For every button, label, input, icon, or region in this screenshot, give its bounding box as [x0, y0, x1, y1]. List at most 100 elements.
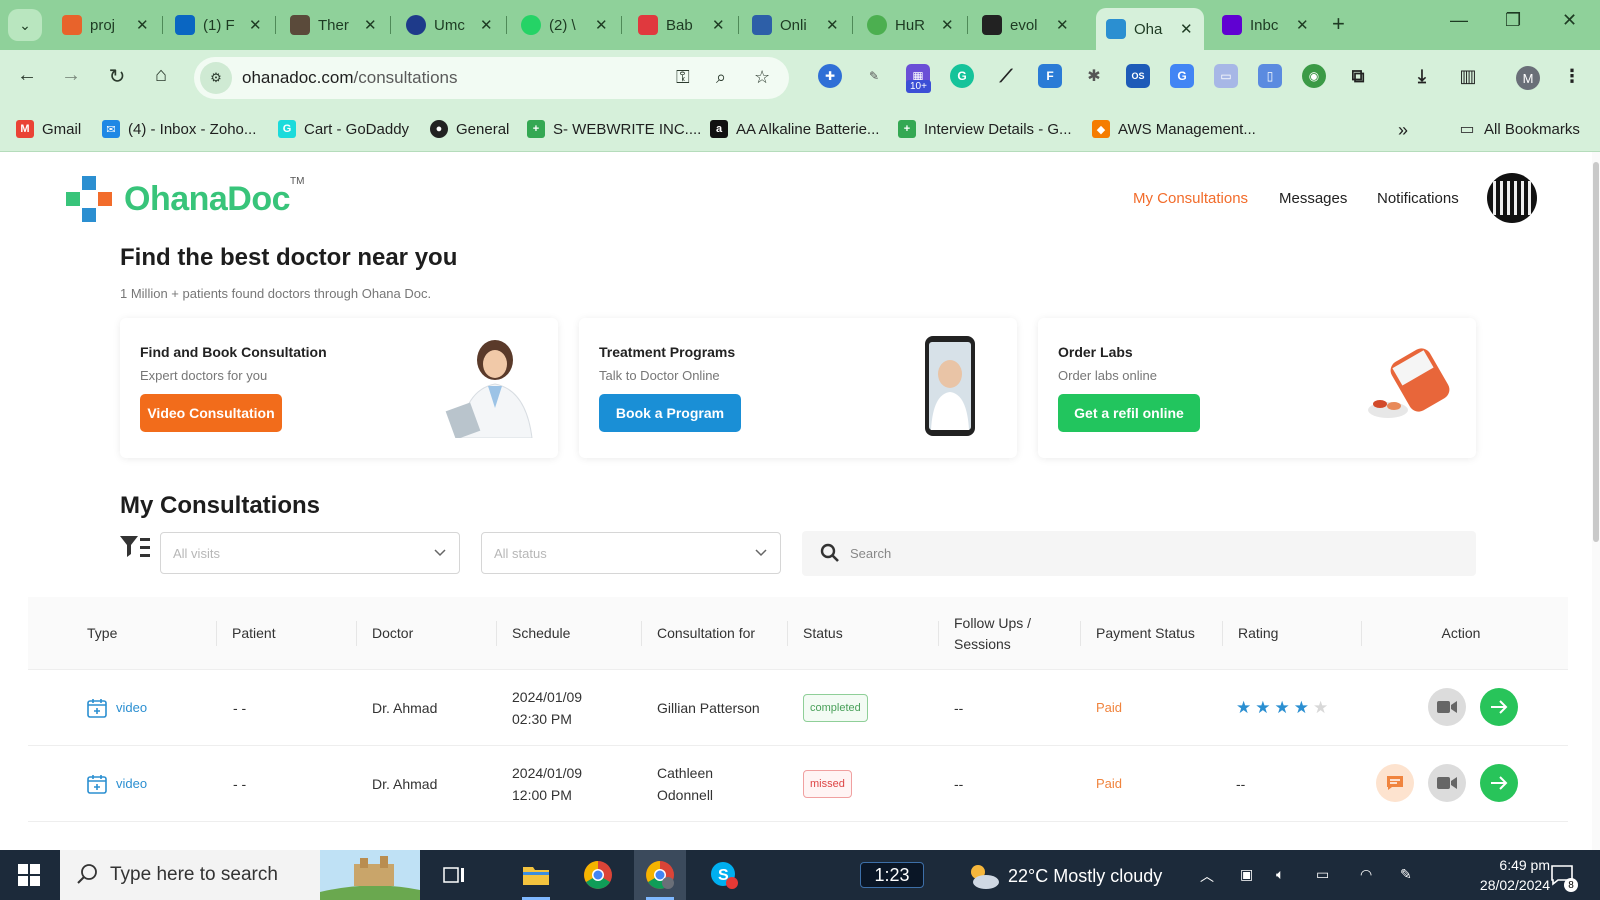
nav-messages[interactable]: Messages	[1279, 190, 1347, 207]
task-view-icon[interactable]	[428, 850, 480, 900]
nav-my-consultations[interactable]: My Consultations	[1133, 190, 1248, 207]
nav-notifications[interactable]: Notifications	[1377, 190, 1459, 207]
file-explorer-icon[interactable]	[510, 850, 562, 900]
bookmark-item[interactable]: M Gmail	[16, 120, 81, 138]
skype-icon[interactable]: S	[698, 850, 750, 900]
font-identifier-icon[interactable]: F	[1038, 64, 1062, 88]
bookmark-item[interactable]: G Cart - GoDaddy	[278, 120, 409, 138]
timer-widget[interactable]: 1:23	[860, 862, 924, 888]
all-bookmarks[interactable]: ▭ All Bookmarks	[1458, 120, 1579, 139]
restore-icon[interactable]: ❐	[1505, 10, 1521, 31]
browser-tab[interactable]: Ther ✕	[280, 8, 391, 42]
close-tab-icon[interactable]: ✕	[941, 16, 954, 34]
chat-button[interactable]	[1376, 764, 1414, 802]
ohanadoc-logo[interactable]: OhanaDoc TM	[62, 172, 305, 226]
system-clock[interactable]: 6:49 pm 28/02/2024	[1430, 855, 1550, 895]
volume-icon[interactable]: 🔈︎	[1276, 866, 1284, 883]
bookmark-item[interactable]: ✉ (4) - Inbox - Zoho...	[102, 120, 256, 138]
browser-tab[interactable]: Umc ✕	[396, 8, 507, 42]
clipboard-icon[interactable]: ▯	[1258, 64, 1282, 88]
close-tab-icon[interactable]: ✕	[249, 16, 262, 34]
close-window-icon[interactable]: ✕	[1562, 10, 1577, 31]
browser-tab[interactable]: Onli ✕	[742, 8, 853, 42]
color-picker-icon[interactable]: ⟋	[994, 64, 1018, 88]
new-tab-icon[interactable]: +	[1332, 11, 1345, 37]
pen-icon[interactable]: ✎	[1400, 866, 1412, 883]
globe-icon[interactable]: ◉	[1302, 64, 1326, 88]
browser-tab[interactable]: (2) \ ✕	[511, 8, 622, 42]
address-bar[interactable]: ⚙ ohanadoc.com/consultations ⚿ ⌕ ☆	[194, 57, 789, 99]
minimize-icon[interactable]: —	[1450, 10, 1468, 31]
site-info-icon[interactable]: ⚙	[200, 62, 232, 94]
battery-icon[interactable]: ▭	[1316, 866, 1329, 883]
weather-widget[interactable]: 22°C Mostly cloudy	[966, 862, 1162, 890]
extension-icon[interactable]: ✚	[818, 64, 842, 88]
tab-search-button[interactable]: ⌄	[8, 9, 42, 41]
bookmark-item[interactable]: ◆ AWS Management...	[1092, 120, 1256, 138]
chevron-up-icon[interactable]: ︿	[1200, 866, 1214, 886]
url-text[interactable]: ohanadoc.com/consultations	[242, 68, 457, 88]
browser-tab[interactable]: Bab ✕	[628, 8, 739, 42]
forward-icon[interactable]: →	[56, 64, 86, 87]
download-icon[interactable]: ⤓	[1410, 64, 1434, 88]
status-filter-select[interactable]: All status	[481, 532, 781, 574]
close-tab-icon[interactable]: ✕	[1056, 16, 1069, 34]
scrollbar-thumb[interactable]	[1593, 162, 1599, 542]
video-consultation-button[interactable]: Video Consultation	[140, 394, 282, 432]
close-tab-icon[interactable]: ✕	[712, 16, 725, 34]
bug-icon[interactable]: ✱	[1082, 64, 1106, 88]
close-tab-icon[interactable]: ✕	[595, 16, 608, 34]
page-scrollbar[interactable]	[1592, 152, 1600, 850]
close-tab-icon[interactable]: ✕	[136, 16, 149, 34]
type-cell[interactable]: video	[86, 670, 147, 746]
bookmark-item[interactable]: + S- WEBWRITE INC....	[527, 120, 701, 138]
meet-icon[interactable]: ▣	[1240, 866, 1253, 883]
get-refill-button[interactable]: Get a refil online	[1058, 394, 1200, 432]
edit-extension-icon[interactable]: ✎	[862, 64, 886, 88]
close-tab-icon[interactable]: ✕	[480, 16, 493, 34]
translate-icon[interactable]: G	[1170, 64, 1194, 88]
video-call-button[interactable]	[1428, 688, 1466, 726]
close-tab-icon[interactable]: ✕	[1180, 20, 1193, 38]
open-consultation-button[interactable]	[1480, 688, 1518, 726]
menu-kebab-icon[interactable]: ⋮	[1560, 64, 1584, 88]
video-call-button[interactable]	[1428, 764, 1466, 802]
side-panel-icon[interactable]: ▥	[1456, 64, 1480, 88]
zoom-icon[interactable]: ⌕	[716, 67, 726, 88]
browser-tab[interactable]: proj ✕	[52, 8, 163, 42]
puzzle-icon[interactable]: ⧉	[1346, 64, 1370, 88]
filter-icon[interactable]	[119, 534, 151, 560]
grammarly-icon[interactable]: G	[950, 64, 974, 88]
profile-avatar[interactable]: M	[1516, 66, 1540, 90]
browser-tab-active[interactable]: Oha ✕	[1096, 8, 1204, 50]
book-program-button[interactable]: Book a Program	[599, 394, 741, 432]
bookmark-item[interactable]: + Interview Details - G...	[898, 120, 1072, 138]
windows-start-icon[interactable]	[18, 864, 40, 886]
chrome-profile-icon[interactable]	[634, 850, 686, 900]
home-icon[interactable]: ⌂	[146, 64, 176, 87]
chrome-icon[interactable]	[572, 850, 624, 900]
browser-tab[interactable]: evol ✕	[972, 8, 1082, 42]
bookmarks-overflow-icon[interactable]: »	[1398, 120, 1408, 141]
browser-tab[interactable]: (1) F ✕	[165, 8, 276, 42]
browser-tab[interactable]: HuR ✕	[857, 8, 968, 42]
type-cell[interactable]: video	[86, 746, 147, 822]
close-tab-icon[interactable]: ✕	[826, 16, 839, 34]
visits-filter-select[interactable]: All visits	[160, 532, 460, 574]
floppy-icon[interactable]: ▭	[1214, 64, 1238, 88]
close-tab-icon[interactable]: ✕	[364, 16, 377, 34]
wifi-icon[interactable]: ◠	[1360, 866, 1372, 883]
browser-tab[interactable]: Inbc ✕	[1212, 8, 1322, 42]
bookmark-item[interactable]: ● General	[430, 120, 509, 138]
close-tab-icon[interactable]: ✕	[1296, 16, 1309, 34]
consultations-search-input[interactable]: Search	[802, 531, 1476, 576]
user-avatar[interactable]	[1487, 173, 1537, 223]
taskbar-search-input[interactable]: Type here to search	[60, 850, 420, 900]
bookmark-star-icon[interactable]: ☆	[754, 67, 770, 88]
key-icon[interactable]: ⚿	[676, 67, 690, 88]
bookmark-item[interactable]: a AA Alkaline Batterie...	[710, 120, 879, 138]
os-extension-icon[interactable]: OS	[1126, 64, 1150, 88]
back-icon[interactable]: ←	[12, 64, 42, 87]
reload-icon[interactable]: ↻	[102, 64, 132, 89]
open-consultation-button[interactable]	[1480, 764, 1518, 802]
